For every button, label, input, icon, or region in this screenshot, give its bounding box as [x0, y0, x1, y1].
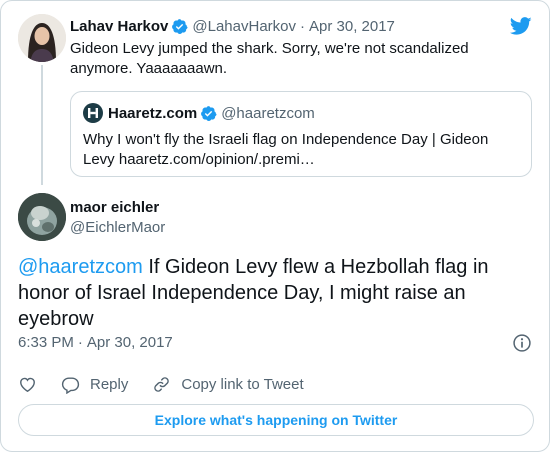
info-icon[interactable] [512, 333, 532, 353]
author-name[interactable]: maor eichler [70, 199, 159, 216]
copy-link-label: Copy link to Tweet [181, 375, 304, 393]
quoted-author-name: Haaretz.com [108, 104, 198, 122]
verified-badge-icon [201, 105, 217, 121]
parent-tweet-header: Lahav Harkov @LahavHarkov · Apr 30, 2017 [70, 16, 395, 36]
reply-button[interactable]: Reply [61, 375, 128, 394]
quoted-author-handle: @haaretzcom [221, 104, 315, 122]
author-handle[interactable]: @EichlerMaor [70, 219, 165, 236]
quoted-tweet-text: Why I won't fly the Israeli flag on Inde… [83, 131, 489, 168]
verified-badge-icon [172, 18, 188, 34]
separator-dot: · [77, 334, 83, 351]
tweet-actions: Reply Copy link to Tweet [18, 374, 328, 394]
author-name[interactable]: Lahav Harkov [70, 18, 168, 35]
parent-tweet-text: Gideon Levy jumped the shark. Sorry, we'… [70, 40, 469, 77]
quoted-tweet-header: Haaretz.com @haaretzcom [83, 103, 315, 123]
avatar-image [18, 193, 66, 241]
avatar-image [18, 14, 66, 62]
tweet-timestamp[interactable]: 6:33 PM · Apr 30, 2017 [18, 334, 173, 351]
avatar[interactable] [18, 14, 66, 62]
tweet-date[interactable]: Apr 30, 2017 [309, 18, 395, 35]
avatar[interactable] [18, 193, 66, 241]
mention-link[interactable]: @haaretzcom [18, 256, 143, 278]
link-icon [154, 376, 170, 392]
author-handle[interactable]: @LahavHarkov [192, 18, 296, 35]
like-button[interactable] [18, 375, 37, 394]
copy-link-button[interactable]: Copy link to Tweet [152, 375, 304, 394]
reply-label: Reply [90, 375, 129, 393]
tweet-text: @haaretzcom If Gideon Levy flew a Hezbol… [18, 254, 518, 332]
thread-connector [41, 65, 43, 185]
tweet-embed-card: Lahav Harkov @LahavHarkov · Apr 30, 2017… [0, 0, 550, 452]
twitter-logo-icon[interactable] [509, 15, 533, 37]
haaretz-logo-icon [83, 103, 103, 123]
reply-icon [61, 376, 80, 394]
explore-twitter-button[interactable]: Explore what's happening on Twitter [18, 404, 534, 436]
quoted-tweet[interactable]: Haaretz.com @haaretzcom Why I won't fly … [70, 91, 532, 177]
heart-icon [20, 377, 35, 392]
tweet-time: 6:33 PM [18, 334, 74, 351]
separator-dot: · [300, 17, 305, 35]
tweet-date: Apr 30, 2017 [86, 334, 173, 351]
